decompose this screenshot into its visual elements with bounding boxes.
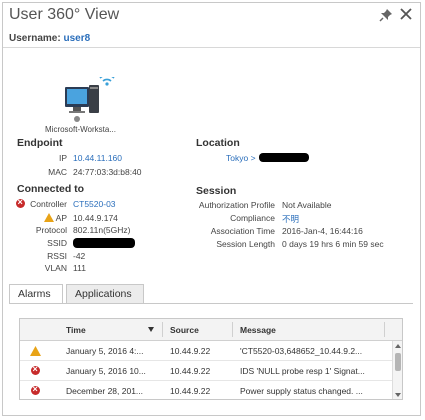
sort-descending-icon[interactable] (148, 327, 154, 332)
session-length-label: Session Length (216, 239, 275, 249)
close-icon[interactable] (399, 7, 413, 21)
compliance-label: Compliance (230, 213, 275, 223)
critical-icon (16, 197, 25, 208)
alarm-time: January 5, 2016 10... (66, 366, 146, 376)
alarm-source: 10.44.9.22 (170, 346, 211, 356)
controller-value[interactable]: CT5520-03 (73, 199, 116, 209)
scroll-up-icon[interactable] (395, 344, 401, 348)
alarms-table-header: Time Source Message (20, 319, 402, 341)
controller-label: Controller (30, 199, 67, 209)
alarm-source: 10.44.9.22 (170, 386, 211, 396)
compliance-value[interactable]: 不明 (282, 213, 299, 225)
alarm-message: Power supply status changed. ... (240, 386, 363, 396)
rssi-label: RSSI (47, 251, 67, 261)
rssi-value: -42 (73, 251, 86, 261)
tab-divider (9, 303, 413, 304)
column-separator (232, 322, 233, 337)
location-title: Location (196, 137, 240, 149)
alarm-time: January 5, 2016 4:... (66, 346, 144, 356)
protocol-value: 802.11n(5GHz) (73, 225, 131, 235)
critical-icon (31, 364, 40, 375)
association-time-value: 2016-Jan-4, 16:44:16 (282, 226, 363, 236)
column-time[interactable]: Time (66, 325, 86, 335)
mac-value: 24:77:03:3d:b8:40 (73, 167, 142, 177)
mac-label: MAC (48, 167, 67, 177)
column-source[interactable]: Source (170, 325, 199, 335)
vlan-value: 111 (73, 263, 86, 273)
table-row[interactable]: January 5, 2016 10... 10.44.9.22 IDS 'NU… (20, 361, 392, 381)
warning-icon (30, 346, 41, 356)
alarm-source: 10.44.9.22 (170, 366, 211, 376)
panel-title: User 360° View (9, 6, 120, 23)
column-separator (162, 322, 163, 337)
device-label: Microsoft-Worksta... (45, 125, 116, 134)
association-time-label: Association Time (210, 226, 275, 236)
ssid-label: SSID (47, 238, 67, 248)
tab-alarms[interactable]: Alarms (9, 284, 63, 304)
connected-title: Connected to (17, 183, 85, 195)
alarm-message: 'CT5520-03,648652_10.44.9.2... (240, 346, 363, 356)
username-value[interactable]: user8 (63, 33, 90, 44)
vlan-label: VLAN (44, 263, 67, 273)
scroll-down-icon[interactable] (395, 393, 401, 397)
alarms-scrollbar[interactable] (392, 341, 402, 399)
session-length-value: 0 days 19 hrs 6 min 59 sec (282, 239, 384, 249)
username-label: Username: (9, 33, 61, 44)
endpoint-title: Endpoint (17, 137, 63, 149)
ap-label: AP (55, 213, 67, 223)
username-row: Username: user8 (9, 33, 90, 44)
tab-applications[interactable]: Applications (66, 284, 144, 304)
ip-label: IP (58, 153, 67, 163)
table-row[interactable]: January 5, 2016 4:... 10.44.9.22 'CT5520… (20, 341, 392, 361)
pin-icon[interactable] (379, 8, 393, 22)
alarm-message: IDS 'NULL probe resp 1' Signat... (240, 366, 365, 376)
location-value[interactable]: Tokyo > (226, 153, 256, 163)
protocol-label: Protocol (35, 225, 67, 235)
critical-icon (31, 384, 40, 395)
table-row[interactable]: December 28, 201... 10.44.9.22 Power sup… (20, 381, 392, 399)
user-360-panel: User 360° View Username: user8 Microsoft… (2, 2, 421, 416)
location-redacted (259, 153, 309, 162)
scroll-thumb[interactable] (395, 353, 401, 371)
computer-wireless-icon (65, 77, 115, 122)
ap-value: 10.44.9.174 (73, 213, 118, 223)
ip-value[interactable]: 10.44.11.160 (73, 153, 122, 163)
ssid-redacted (73, 238, 135, 248)
column-message[interactable]: Message (240, 325, 276, 335)
column-separator (384, 322, 385, 337)
alarms-table: Time Source Message January 5, 2016 4:..… (19, 318, 403, 400)
alarm-time: December 28, 201... (66, 386, 144, 396)
auth-profile-label: Authorization Profile (198, 200, 275, 210)
header-divider (3, 47, 420, 48)
auth-profile-value: Not Available (282, 200, 332, 210)
session-title: Session (196, 185, 237, 197)
